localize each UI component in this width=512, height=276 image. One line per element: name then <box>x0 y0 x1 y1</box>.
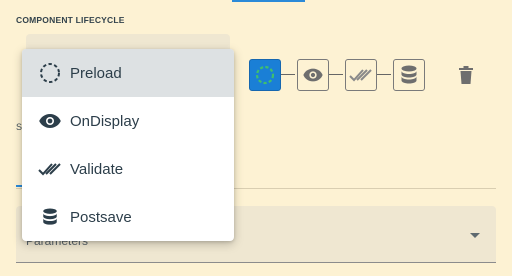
step-validate-button[interactable] <box>345 59 377 91</box>
top-tab-indicator <box>232 0 305 2</box>
dropdown-arrow-icon <box>470 233 480 238</box>
step-ondisplay-button[interactable] <box>297 59 329 91</box>
menu-item-validate[interactable]: Validate <box>22 145 234 193</box>
eye-icon <box>303 68 323 82</box>
menu-item-preload[interactable]: Preload <box>22 49 234 97</box>
menu-item-ondisplay[interactable]: OnDisplay <box>22 97 234 145</box>
step-preload-button[interactable] <box>249 59 281 91</box>
dashed-circle-icon <box>255 65 275 85</box>
lifecycle-stepper <box>249 59 429 91</box>
double-check-icon <box>349 69 372 82</box>
step-connector <box>377 74 391 75</box>
database-icon <box>38 205 62 229</box>
section-title: COMPONENT LIFECYCLE <box>16 15 125 25</box>
dashed-circle-icon <box>38 61 62 85</box>
menu-item-label: OnDisplay <box>70 112 140 130</box>
double-check-icon <box>38 157 62 181</box>
lifecycle-menu: Preload OnDisplay Validate Postsave <box>22 49 234 241</box>
menu-item-postsave[interactable]: Postsave <box>22 193 234 241</box>
delete-button[interactable] <box>456 64 476 86</box>
trash-icon <box>459 66 473 84</box>
step-connector <box>329 74 343 75</box>
menu-item-label: Postsave <box>70 208 132 226</box>
eye-icon <box>38 109 62 133</box>
step-connector <box>281 74 295 75</box>
database-icon <box>401 65 417 84</box>
menu-item-label: Preload <box>70 64 122 82</box>
step-postsave-button[interactable] <box>393 59 425 91</box>
menu-item-label: Validate <box>70 160 124 178</box>
